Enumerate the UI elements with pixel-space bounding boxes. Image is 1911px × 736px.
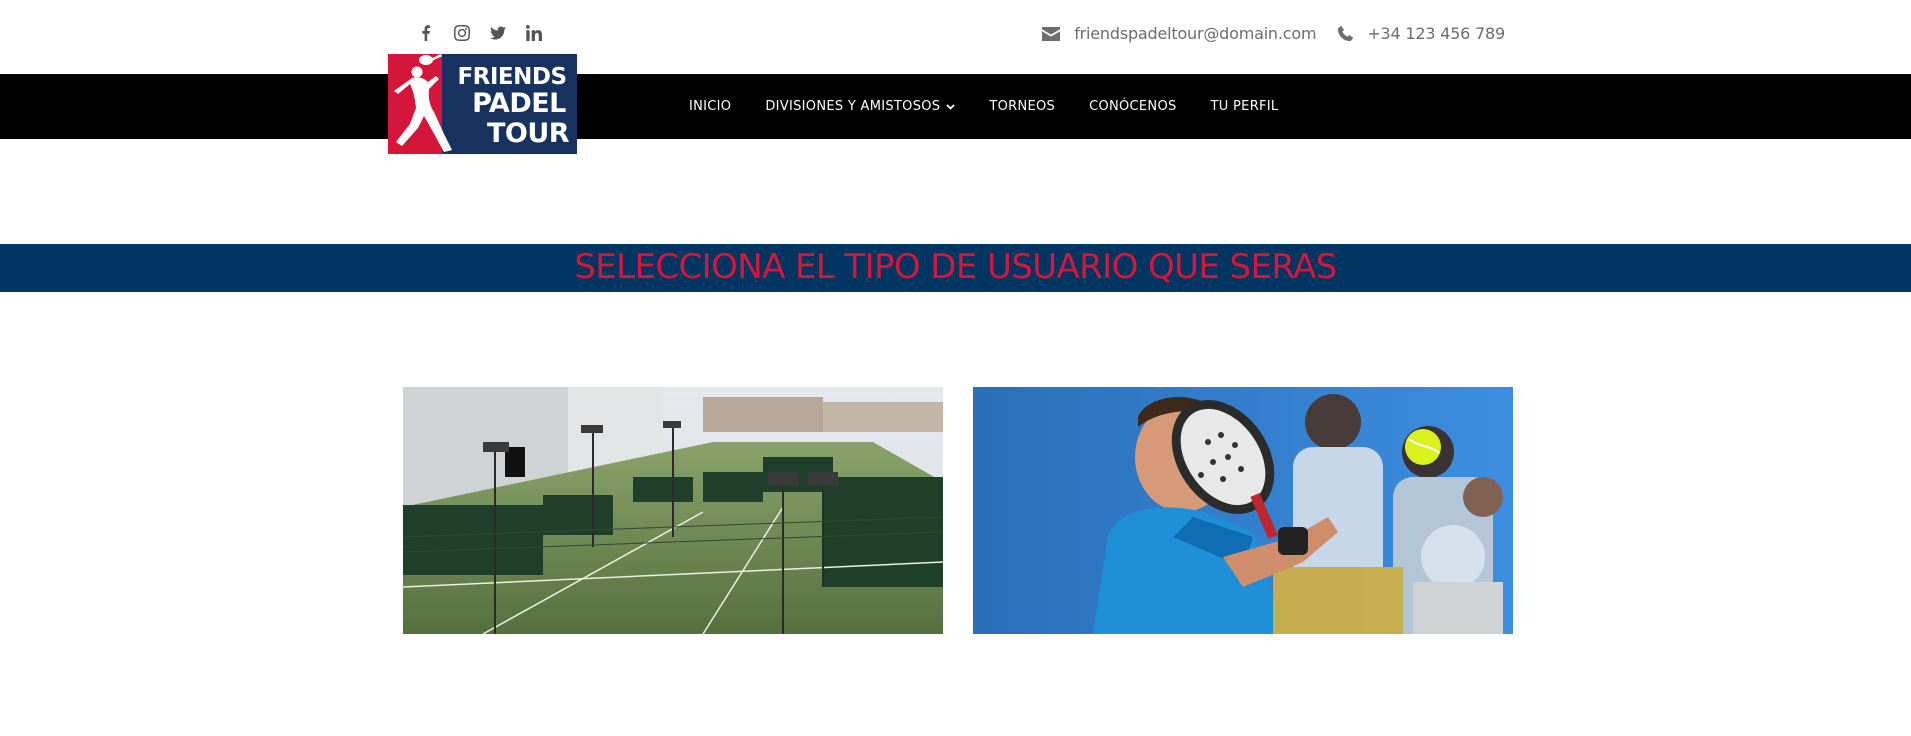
top-bar: friendspadeltour@domain.com +34 123 456 … — [0, 0, 1911, 74]
twitter-link[interactable] — [480, 21, 516, 45]
logo-text-line-1: FRIENDS — [457, 64, 566, 90]
nav-item-label: TORNEOS — [989, 99, 1056, 114]
nav-item-conocenos[interactable]: CONÓCENOS — [1089, 99, 1176, 114]
logo-text-line-2: PADEL — [472, 88, 566, 119]
linkedin-icon — [526, 25, 542, 41]
linkedin-link[interactable] — [516, 21, 552, 45]
contact-email[interactable]: friendspadeltour@domain.com — [1074, 24, 1316, 43]
padel-player-photo — [973, 387, 1513, 634]
section-banner: SELECCIONA EL TIPO DE USUARIO QUE SERAS — [0, 244, 1911, 292]
main-menu: INICIO DIVISIONES Y AMISTOSOS TORNEOS CO… — [672, 74, 1295, 139]
envelope-icon — [1042, 26, 1061, 41]
site-logo[interactable]: FRIENDS PADEL TOUR — [388, 53, 577, 154]
nav-item-label: INICIO — [689, 99, 732, 114]
facebook-link[interactable] — [408, 21, 444, 45]
nav-item-inicio[interactable]: INICIO — [689, 99, 731, 114]
contact-info: friendspadeltour@domain.com +34 123 456 … — [1042, 24, 1505, 43]
social-links — [408, 21, 552, 45]
padel-courts-photo — [403, 387, 943, 634]
friends-padel-tour-logo: FRIENDS PADEL TOUR — [388, 53, 577, 154]
nav-item-torneos[interactable]: TORNEOS — [989, 99, 1055, 114]
facebook-icon — [422, 25, 430, 41]
nav-item-label: TU PERFIL — [1210, 99, 1279, 114]
instagram-link[interactable] — [444, 21, 480, 45]
user-type-card-player[interactable] — [973, 387, 1513, 634]
nav-item-divisiones[interactable]: DIVISIONES Y AMISTOSOS — [765, 99, 955, 114]
nav-item-label: DIVISIONES Y AMISTOSOS — [765, 99, 941, 114]
instagram-icon — [454, 25, 470, 41]
user-type-card-courts[interactable] — [403, 387, 943, 634]
chevron-down-icon — [946, 103, 955, 110]
page-title: SELECCIONA EL TIPO DE USUARIO QUE SERAS — [574, 247, 1337, 287]
nav-item-label: CONÓCENOS — [1089, 99, 1177, 114]
logo-text-line-3: TOUR — [487, 118, 570, 149]
nav-item-tu-perfil[interactable]: TU PERFIL — [1211, 99, 1279, 114]
phone-icon — [1338, 26, 1354, 41]
contact-phone[interactable]: +34 123 456 789 — [1367, 24, 1505, 43]
twitter-icon — [490, 26, 506, 40]
